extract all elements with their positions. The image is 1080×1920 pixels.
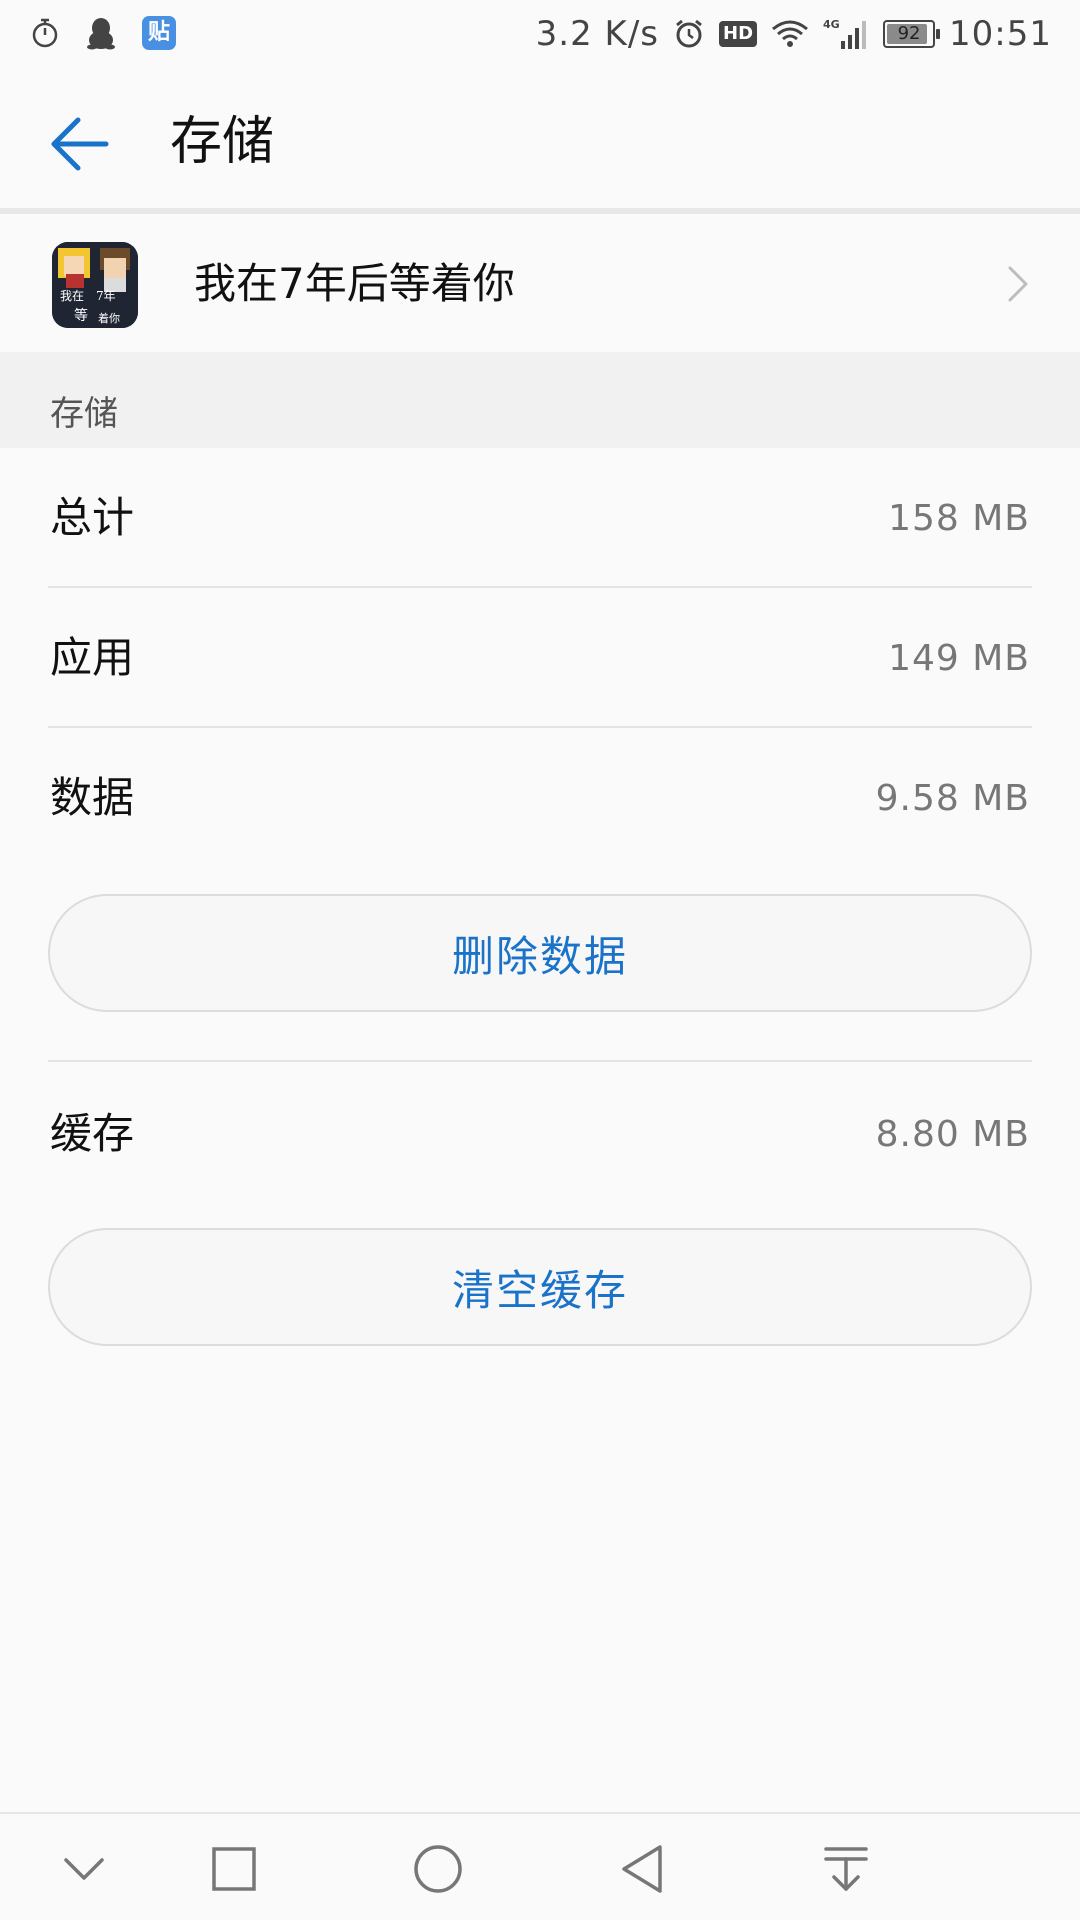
row-value-app: 149 MB [888,638,1030,679]
recents-square-icon [212,1847,256,1891]
status-left-icons: 贴 [30,16,176,50]
app-info-row[interactable]: 我在 7年 等 着你 我在7年后等着你 [0,214,1080,352]
app-icon-text-1: 我在 [60,289,84,303]
row-cache: 缓存 8.80 MB [0,1064,1080,1202]
tieba-icon: 贴 [142,16,176,50]
nav-home-button[interactable] [398,1834,478,1904]
nav-collapse-button[interactable] [44,1834,124,1904]
app-header: 存储 [0,72,1080,210]
section-header-storage: 存储 [0,352,1080,448]
status-bar: 贴 3.2 K/s HD 4G 92 10:51 [0,0,1080,72]
stopwatch-icon [30,17,60,49]
home-circle-icon [414,1845,462,1893]
signal-icon: 4G [823,17,869,51]
row-value-data: 9.58 MB [875,778,1030,819]
alarm-icon [673,18,705,50]
navigation-bar [0,1812,1080,1920]
back-triangle-icon [622,1845,662,1893]
app-icon-text-2: 7年 [96,289,116,303]
row-data: 数据 9.58 MB [0,728,1080,866]
arrow-left-icon [51,117,109,171]
network-type-label: 4G [823,18,840,31]
delete-data-label: 删除数据 [451,931,628,981]
row-label-total: 总计 [50,493,135,542]
row-app: 应用 149 MB [0,588,1080,726]
battery-level: 92 [897,23,921,44]
clear-cache-label: 清空缓存 [451,1265,628,1315]
chevron-right-icon [1006,264,1030,308]
network-speed: 3.2 K/s [535,14,659,54]
row-label-cache: 缓存 [50,1109,135,1158]
hd-icon: HD [719,21,758,47]
notification-pull-icon [824,1847,868,1891]
row-label-app: 应用 [50,633,135,682]
nav-back-button[interactable] [602,1834,682,1904]
page-title: 存储 [170,112,275,172]
nav-recents-button[interactable] [194,1834,274,1904]
section-title: 存储 [50,394,118,434]
divider [48,1060,1032,1062]
screen: 贴 3.2 K/s HD 4G 92 10:51 存储 我在 7年 等 着你 我… [0,0,1080,1920]
row-value-cache: 8.80 MB [875,1114,1030,1155]
row-value-total: 158 MB [888,498,1030,539]
app-icon: 我在 7年 等 着你 [52,242,138,328]
wifi-icon [771,19,809,49]
row-label-data: 数据 [50,773,135,822]
battery-icon: 92 [883,20,941,48]
app-icon-text-4: 着你 [98,311,120,325]
chevron-down-icon [64,1858,104,1880]
back-button[interactable] [44,112,116,176]
qq-penguin-icon [86,16,116,50]
clock-time: 10:51 [949,14,1052,54]
status-right-icons: 3.2 K/s HD 4G 92 10:51 [536,14,1052,54]
app-icon-text-3: 等 [74,307,88,324]
row-total: 总计 158 MB [0,448,1080,586]
delete-data-button[interactable]: 删除数据 [48,894,1032,1012]
app-name: 我在7年后等着你 [194,259,515,308]
clear-cache-button[interactable]: 清空缓存 [48,1228,1032,1346]
battery-tip [936,29,941,39]
nav-notification-button[interactable] [806,1834,886,1904]
